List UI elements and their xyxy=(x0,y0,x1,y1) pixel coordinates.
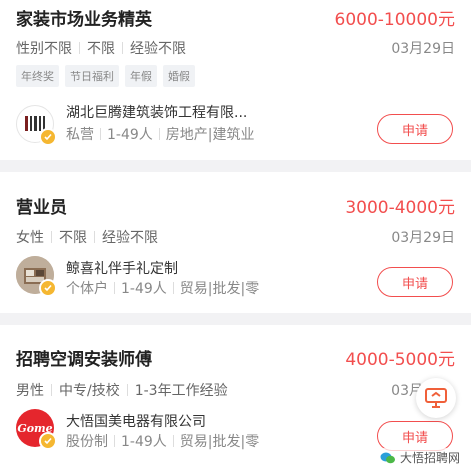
monitor-icon xyxy=(425,388,447,408)
tag: 节日福利 xyxy=(65,65,119,87)
requirement-gender: 男性 xyxy=(16,383,44,399)
requirement-education: 中专/技校 xyxy=(59,383,120,399)
company-meta: 股份制 1-49人 贸易|批发|零 xyxy=(66,431,266,451)
verified-badge-icon xyxy=(39,432,57,450)
floating-contact-button[interactable] xyxy=(416,378,456,418)
requirement-education: 不限 xyxy=(59,230,87,246)
job-salary: 6000-10000元 xyxy=(334,10,455,30)
job-title: 家装市场业务精英 xyxy=(16,10,152,30)
wechat-icon xyxy=(380,452,395,463)
job-salary: 4000-5000元 xyxy=(345,350,455,370)
job-title: 营业员 xyxy=(16,198,67,218)
company-size: 1-49人 xyxy=(121,281,167,297)
requirement-experience: 经验不限 xyxy=(102,230,158,246)
job-requirements: 女性 不限 经验不限 xyxy=(16,227,158,247)
apply-button[interactable]: 申请 xyxy=(377,267,453,297)
company-type: 股份制 xyxy=(66,434,108,450)
watermark: 大悟招聘网 xyxy=(376,448,463,467)
tag: 年假 xyxy=(125,65,157,87)
job-requirements: 性别不限 不限 经验不限 xyxy=(16,38,186,58)
company-size: 1-49人 xyxy=(107,127,153,143)
company-name[interactable]: 湖北巨腾建筑装饰工程有限... xyxy=(66,102,271,122)
company-logo: Gome xyxy=(16,409,57,450)
job-date: 03月29日 xyxy=(391,230,455,246)
job-card[interactable]: 营业员 3000-4000元 女性 不限 经验不限 03月29日 鲸喜礼伴手礼定制 … xyxy=(0,172,471,313)
tag: 婚假 xyxy=(163,65,195,87)
watermark-text: 大悟招聘网 xyxy=(399,451,460,465)
job-requirements: 男性 中专/技校 1-3年工作经验 xyxy=(16,380,228,400)
company-type: 个体户 xyxy=(66,281,108,297)
requirement-experience: 经验不限 xyxy=(130,41,186,57)
requirement-education: 不限 xyxy=(87,41,115,57)
company-size: 1-49人 xyxy=(121,434,167,450)
company-industry: 贸易|批发|零 xyxy=(179,434,260,450)
verified-badge-icon xyxy=(39,128,57,146)
company-meta: 私营 1-49人 房地产|建筑业 xyxy=(66,124,266,144)
company-industry: 房地产|建筑业 xyxy=(165,127,255,143)
company-industry: 贸易|批发|零 xyxy=(179,281,260,297)
company-logo xyxy=(16,105,57,146)
verified-badge-icon xyxy=(39,279,57,297)
requirement-experience: 1-3年工作经验 xyxy=(134,383,228,399)
requirement-gender: 女性 xyxy=(16,230,44,246)
job-title: 招聘空调安装师傅 xyxy=(16,350,152,370)
job-tags: 年终奖 节日福利 年假 婚假 xyxy=(16,65,195,87)
job-salary: 3000-4000元 xyxy=(345,198,455,218)
apply-button[interactable]: 申请 xyxy=(377,114,453,144)
apply-button[interactable]: 申请 xyxy=(377,421,453,451)
job-card[interactable]: 家装市场业务精英 6000-10000元 性别不限 不限 经验不限 03月29日 年… xyxy=(0,0,471,160)
requirement-gender: 性别不限 xyxy=(16,41,72,57)
company-name[interactable]: 鲸喜礼伴手礼定制 xyxy=(66,258,271,278)
company-meta: 个体户 1-49人 贸易|批发|零 xyxy=(66,278,266,298)
job-date: 03月29日 xyxy=(391,41,455,57)
tag: 年终奖 xyxy=(16,65,59,87)
company-logo xyxy=(16,256,57,297)
company-name[interactable]: 大悟国美电器有限公司 xyxy=(66,411,271,431)
company-type: 私营 xyxy=(66,127,94,143)
